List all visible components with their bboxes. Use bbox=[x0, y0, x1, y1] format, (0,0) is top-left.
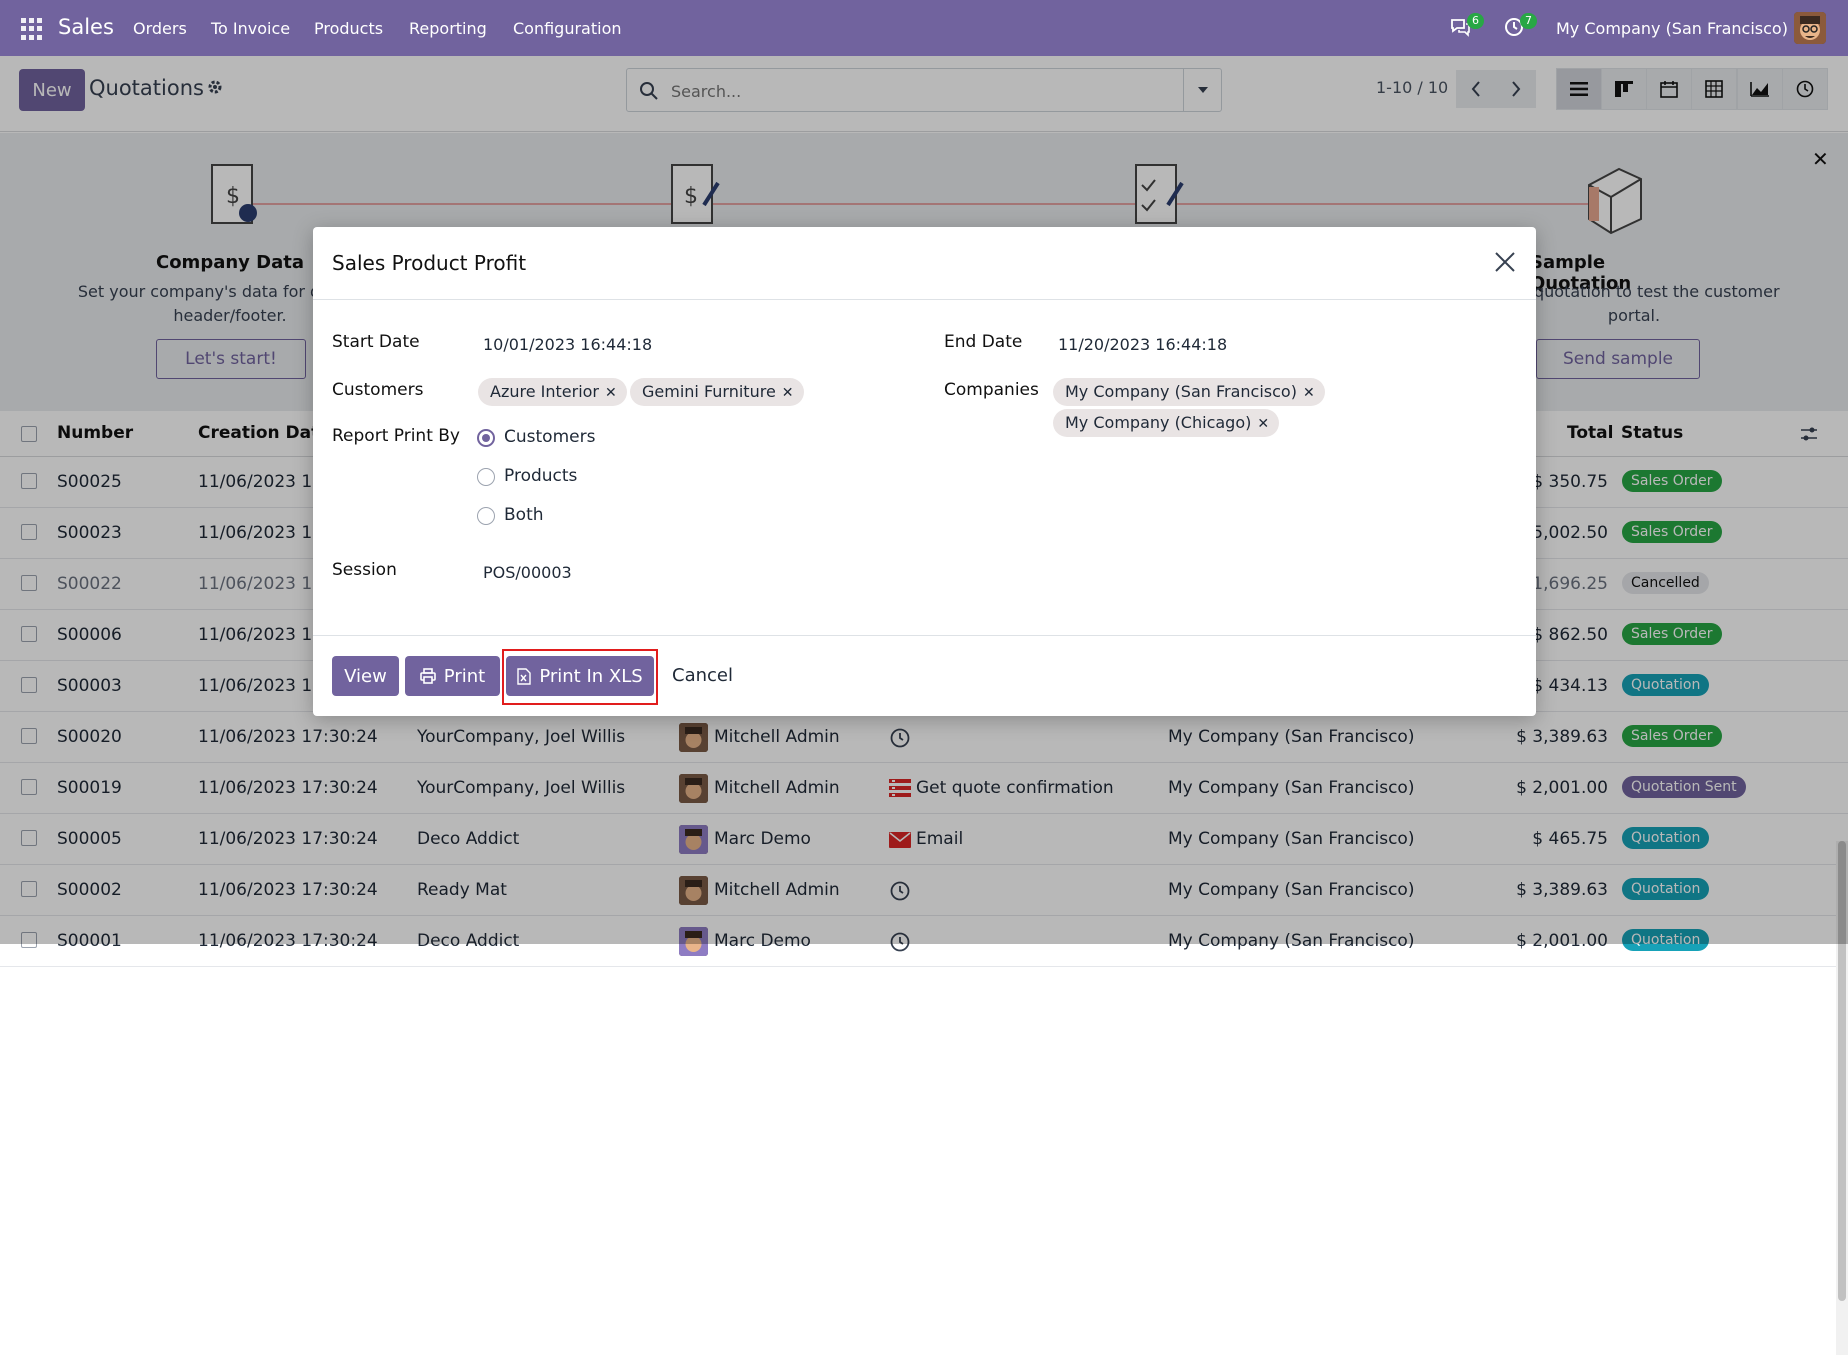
radio-products-label[interactable]: Products bbox=[504, 466, 577, 486]
dialog-title: Sales Product Profit bbox=[332, 251, 527, 275]
customer-tag[interactable]: Azure Interior ✕ bbox=[478, 378, 627, 406]
remove-tag-icon[interactable]: ✕ bbox=[605, 385, 617, 401]
start-date-label: Start Date bbox=[332, 332, 420, 352]
menu-configuration[interactable]: Configuration bbox=[513, 19, 622, 38]
dialog-footer: View Print Print In XLS Cancel bbox=[313, 635, 1536, 716]
apps-menu-icon[interactable] bbox=[21, 18, 43, 40]
customer-tag-label: Azure Interior bbox=[490, 382, 600, 401]
remove-tag-icon[interactable]: ✕ bbox=[782, 385, 794, 401]
highlight-box bbox=[502, 649, 658, 705]
radio-customers[interactable] bbox=[477, 429, 495, 447]
company-switcher[interactable]: My Company (San Francisco) bbox=[1556, 19, 1788, 38]
view-button[interactable]: View bbox=[332, 656, 399, 696]
menu-products[interactable]: Products bbox=[314, 19, 383, 38]
menu-to-invoice[interactable]: To Invoice bbox=[211, 19, 290, 38]
menu-orders[interactable]: Orders bbox=[133, 19, 187, 38]
report-print-by-label: Report Print By bbox=[332, 426, 460, 446]
customer-tag-label: Gemini Furniture bbox=[642, 382, 776, 401]
user-avatar[interactable] bbox=[1794, 12, 1826, 44]
radio-both[interactable] bbox=[477, 507, 495, 525]
radio-products[interactable] bbox=[477, 468, 495, 486]
radio-both-label[interactable]: Both bbox=[504, 505, 544, 525]
start-date-field[interactable]: 10/01/2023 16:44:18 bbox=[483, 335, 652, 354]
radio-customers-label[interactable]: Customers bbox=[504, 427, 595, 447]
end-date-label: End Date bbox=[944, 332, 1023, 352]
session-label: Session bbox=[332, 560, 397, 580]
close-icon[interactable] bbox=[1492, 249, 1518, 275]
activities-count: 7 bbox=[1520, 13, 1537, 29]
app-name[interactable]: Sales bbox=[58, 15, 114, 39]
top-navbar: Sales Orders To Invoice Products Reporti… bbox=[0, 0, 1848, 56]
session-field[interactable]: POS/00003 bbox=[483, 563, 572, 582]
companies-label: Companies bbox=[944, 380, 1039, 400]
cancel-button[interactable]: Cancel bbox=[672, 665, 733, 686]
printer-icon bbox=[419, 668, 436, 684]
company-tag-label: My Company (Chicago) bbox=[1065, 413, 1252, 432]
company-tag[interactable]: My Company (San Francisco) ✕ bbox=[1053, 378, 1325, 406]
company-tag[interactable]: My Company (Chicago) ✕ bbox=[1053, 409, 1280, 437]
messages-count: 6 bbox=[1467, 13, 1484, 29]
remove-tag-icon[interactable]: ✕ bbox=[1257, 416, 1269, 432]
customer-tag[interactable]: Gemini Furniture ✕ bbox=[630, 378, 804, 406]
remove-tag-icon[interactable]: ✕ bbox=[1303, 385, 1315, 401]
dialog-header: Sales Product Profit bbox=[313, 227, 1536, 300]
menu-reporting[interactable]: Reporting bbox=[409, 19, 487, 38]
print-button[interactable]: Print bbox=[405, 656, 500, 696]
company-tag-label: My Company (San Francisco) bbox=[1065, 382, 1297, 401]
end-date-field[interactable]: 11/20/2023 16:44:18 bbox=[1058, 335, 1227, 354]
print-button-label: Print bbox=[443, 665, 486, 687]
customers-label: Customers bbox=[332, 380, 424, 400]
sales-product-profit-dialog: Sales Product Profit Start Date 10/01/20… bbox=[313, 227, 1536, 716]
